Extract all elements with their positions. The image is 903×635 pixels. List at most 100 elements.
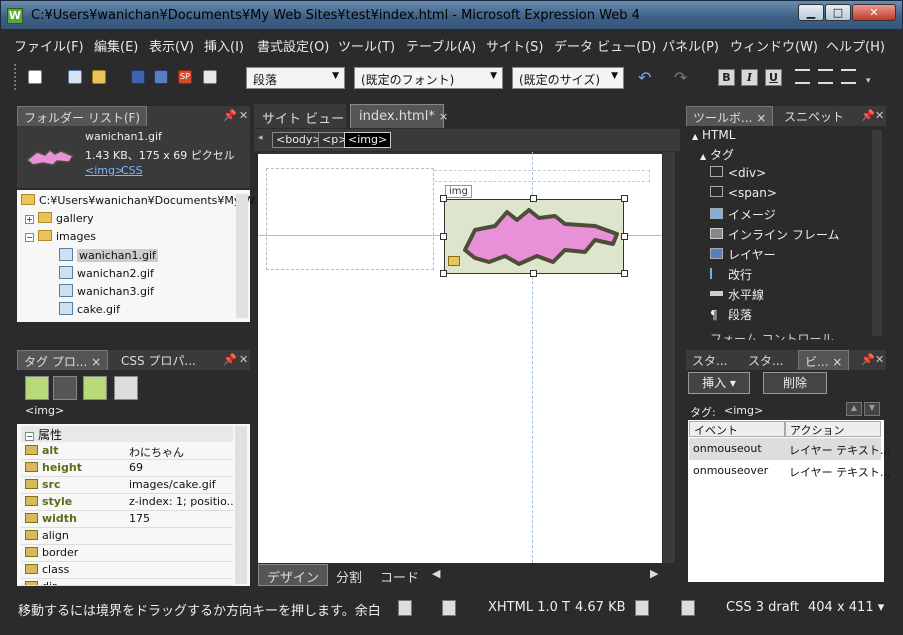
pin-icon[interactable]: 📌 [861, 353, 875, 366]
tab-behaviors[interactable]: ビ... × [798, 350, 850, 370]
menu-help[interactable]: ヘルプ(H) [826, 36, 885, 55]
resize-handle-left[interactable] [440, 233, 447, 240]
doctype-indicator[interactable]: XHTML 1.0 T [488, 600, 570, 615]
move-down-icon[interactable]: ▼ [864, 402, 880, 416]
toolbox-item-iframe[interactable]: インライン フレーム [710, 226, 839, 243]
pin-icon[interactable]: 📌 [223, 109, 237, 122]
resize-handle-top-right[interactable] [621, 195, 628, 202]
tab-site-view[interactable]: サイト ビュー [254, 104, 346, 128]
font-size-select[interactable]: (既定のサイズ) ▼ [512, 67, 624, 89]
toolbox-item-paragraph[interactable]: ¶ 段落 [710, 306, 752, 323]
menu-dataview[interactable]: データ ビュー(D) [554, 36, 656, 55]
resize-handle-top-left[interactable] [440, 195, 447, 202]
tree-root[interactable]: C:¥Users¥wanichan¥Documents¥My W [21, 194, 255, 212]
tab-folder-list[interactable]: フォルダー リスト(F) [17, 106, 148, 126]
compatibility-icon[interactable] [681, 600, 695, 616]
tree-file-wanichan3[interactable]: wanichan3.gif [59, 284, 154, 302]
collapse-icon[interactable]: − [25, 432, 34, 441]
tag-tool-icon[interactable] [114, 376, 138, 400]
resize-handle-bottom[interactable] [530, 270, 537, 277]
collapse-icon[interactable]: − [25, 233, 34, 242]
move-up-icon[interactable]: ▲ [846, 402, 862, 416]
property-row-dir[interactable]: dir [21, 579, 233, 586]
tab-index-html[interactable]: index.html* × [350, 104, 448, 128]
align-center-icon[interactable] [818, 69, 833, 84]
toolbar-overflow-icon[interactable]: ▾ [866, 76, 871, 86]
close-icon[interactable]: ✕ [239, 109, 248, 122]
property-row-border[interactable]: border [21, 545, 233, 562]
behavior-row[interactable]: onmouseout レイヤー テキスト... [689, 438, 890, 460]
save-all-icon[interactable] [154, 70, 168, 84]
menu-view[interactable]: 表示(V) [149, 36, 194, 55]
scroll-right-icon[interactable]: ▶ [650, 567, 658, 580]
tab-styles-2[interactable]: スタ... [742, 350, 789, 370]
delete-behavior-button[interactable]: 削除 [763, 372, 827, 394]
tab-snippets[interactable]: スニペット [778, 106, 850, 126]
pin-icon[interactable]: 📌 [223, 353, 237, 366]
tab-design[interactable]: デザイン [258, 564, 329, 586]
editor-vertical-scrollbar[interactable] [663, 152, 675, 563]
toolbox-item-image[interactable]: イメージ [710, 206, 776, 223]
sort-az-icon[interactable] [53, 376, 77, 400]
style-app-icon[interactable] [442, 600, 456, 616]
menu-insert[interactable]: 挿入(I) [204, 36, 244, 55]
new-page-icon[interactable] [28, 70, 42, 84]
paragraph-box[interactable] [266, 168, 434, 270]
properties-scrollbar[interactable] [235, 426, 247, 584]
bold-button[interactable]: B [718, 69, 735, 86]
align-right-icon[interactable] [841, 69, 856, 84]
paragraph-style-select[interactable]: 段落 ▼ [246, 67, 345, 89]
italic-button[interactable]: I [741, 69, 758, 86]
property-row-height[interactable]: height 69 [21, 460, 233, 477]
pin-icon[interactable]: 📌 [861, 109, 875, 122]
tab-close-icon[interactable]: × [756, 111, 766, 125]
tab-split[interactable]: 分割 [336, 567, 362, 586]
menu-window[interactable]: ウィンドウ(W) [730, 36, 818, 55]
toolbox-item-div[interactable]: <div> [710, 166, 766, 180]
tab-tag-properties[interactable]: タグ プロ... × [17, 350, 109, 370]
selected-image[interactable] [444, 199, 624, 274]
close-button[interactable]: ✕ [852, 4, 896, 21]
resize-handle-bottom-right[interactable] [621, 270, 628, 277]
toolbox-scrollbar[interactable] [872, 130, 882, 336]
property-row-width[interactable]: width 175 [21, 511, 233, 528]
menu-format[interactable]: 書式設定(O) [257, 36, 329, 55]
behavior-row[interactable]: onmouseover レイヤー テキスト... [689, 460, 890, 482]
show-set-properties-icon[interactable] [83, 376, 107, 400]
tab-close-icon[interactable]: × [91, 355, 101, 369]
underline-button[interactable]: U [765, 69, 782, 86]
undo-icon[interactable]: ↶ [638, 68, 651, 87]
toolbox-item-layer[interactable]: レイヤー [710, 246, 776, 263]
menu-tools[interactable]: ツール(T) [338, 36, 395, 55]
toolbox-section-html[interactable]: ▲ HTML [692, 128, 735, 142]
tab-close-icon[interactable]: × [832, 355, 842, 369]
preview-icon[interactable] [203, 70, 217, 84]
tree-file-wanichan1[interactable]: wanichan1.gif [59, 248, 158, 266]
page-dimensions[interactable]: 404 x 411 ▾ [808, 600, 884, 615]
css-link[interactable]: CSS [121, 164, 143, 177]
toolbox-item-break[interactable]: 改行 [710, 266, 752, 283]
tab-close-icon[interactable]: × [439, 110, 448, 123]
column-header-action[interactable]: アクション [785, 421, 881, 437]
close-icon[interactable]: ✕ [239, 353, 248, 366]
redo-icon[interactable]: ↷ [674, 68, 687, 87]
folder-tree-scrollbar[interactable] [236, 194, 248, 318]
resize-handle-right[interactable] [621, 233, 628, 240]
toolbox-section-forms[interactable]: フォーム コントロール [710, 330, 833, 340]
resize-handle-top[interactable] [530, 195, 537, 202]
maximize-button[interactable]: □ [825, 4, 851, 21]
close-icon[interactable]: ✕ [875, 353, 884, 366]
column-header-event[interactable]: イベント [689, 421, 785, 437]
property-row-class[interactable]: class [21, 562, 233, 579]
tree-folder-gallery[interactable]: + gallery [25, 212, 94, 230]
resize-handle-bottom-left[interactable] [440, 270, 447, 277]
menu-site[interactable]: サイト(S) [486, 36, 543, 55]
tab-code[interactable]: コード [380, 567, 419, 586]
toolbox-item-span[interactable]: <span> [710, 186, 777, 200]
property-row-style[interactable]: style z-index: 1; positio... [21, 494, 233, 511]
close-icon[interactable]: ✕ [875, 109, 884, 122]
tab-css-properties[interactable]: CSS プロパ... [115, 350, 202, 370]
insert-behavior-button[interactable]: 挿入 ▾ [688, 372, 750, 394]
css-version-indicator[interactable]: CSS 3 draft [726, 600, 799, 615]
new-document-icon[interactable] [68, 70, 82, 84]
